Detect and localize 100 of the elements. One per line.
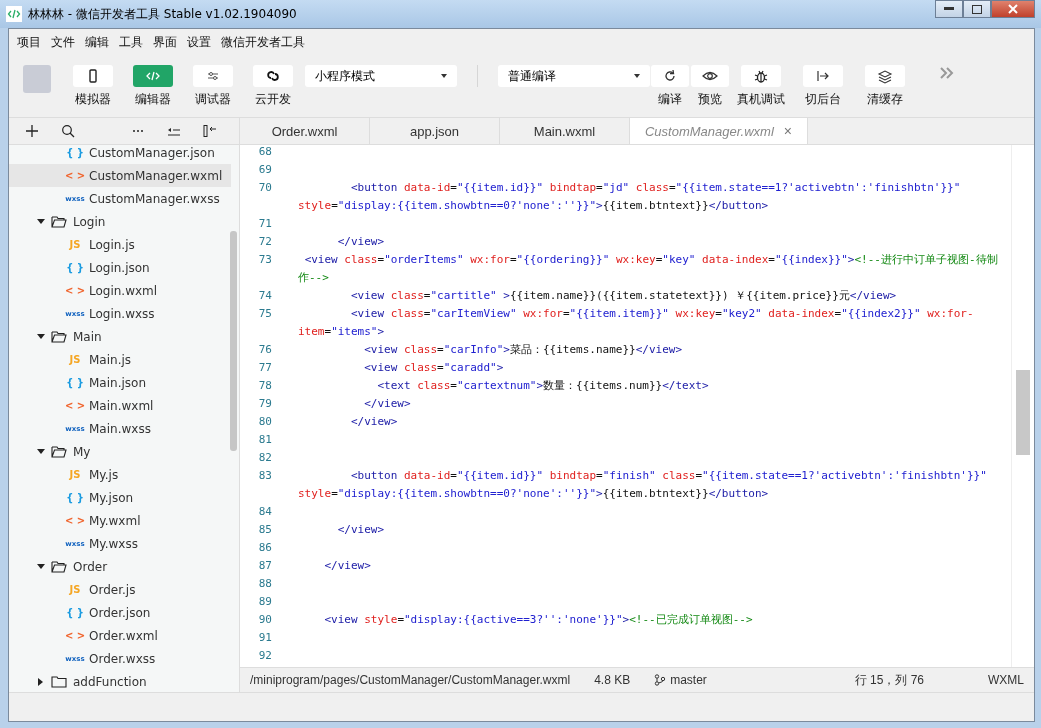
scrollbar[interactable]: [230, 231, 237, 451]
more-chevrons-icon[interactable]: [940, 67, 954, 79]
json-file-icon: { }: [65, 147, 85, 158]
scrollbar[interactable]: [1016, 370, 1030, 455]
branch-icon: [654, 674, 667, 686]
code-line: </view>: [350, 414, 399, 430]
compile-button[interactable]: [651, 65, 689, 87]
line-number: 86: [257, 540, 273, 556]
code-line: </view>: [363, 396, 412, 412]
maximize-icon: [972, 4, 982, 14]
file-item[interactable]: JS My.js: [9, 463, 239, 486]
line-number: 80: [257, 414, 273, 430]
folder-name: My: [73, 444, 91, 459]
editor-button[interactable]: [133, 65, 173, 87]
file-item[interactable]: < > Order.wxml: [9, 624, 239, 647]
button-label: 真机调试: [737, 91, 785, 108]
file-name: Main.wxml: [89, 398, 154, 413]
line-number: 74: [257, 288, 273, 304]
file-item[interactable]: { } CustomManager.json: [9, 145, 239, 164]
collapsed-triangle-icon: [37, 677, 45, 686]
button-label: 模拟器: [75, 91, 111, 108]
button-label: 切后台: [805, 91, 841, 108]
simulator-button[interactable]: [73, 65, 113, 87]
menu-item[interactable]: 微信开发者工具: [217, 31, 309, 53]
close-button[interactable]: [991, 0, 1035, 18]
search-icon: [61, 124, 75, 138]
folder-name: addFunction: [73, 674, 147, 689]
line-number: 84: [257, 504, 273, 520]
file-tab[interactable]: CustomManager.wxml ×: [630, 118, 808, 144]
js-file-icon: JS: [65, 469, 85, 480]
file-item[interactable]: JS Order.js: [9, 578, 239, 601]
js-file-icon: JS: [65, 584, 85, 595]
menu-item[interactable]: 设置: [183, 31, 215, 53]
line-number: 73: [257, 252, 273, 268]
button-label: 编译: [658, 91, 682, 108]
file-name: Main.json: [89, 375, 146, 390]
folder-name: Main: [73, 329, 102, 344]
folder-item[interactable]: Login: [9, 210, 239, 233]
debugger-button[interactable]: [193, 65, 233, 87]
button-label: 调试器: [195, 91, 231, 108]
preview-button[interactable]: [691, 65, 729, 87]
folder-item[interactable]: Order: [9, 555, 239, 578]
code-line: <view class="carInfo">菜品：{{items.name}}</view>: [363, 342, 684, 358]
file-name: Login.json: [89, 260, 150, 275]
mode-dropdown[interactable]: 小程序模式: [305, 65, 457, 87]
line-number: 70: [257, 180, 273, 196]
app-logo-icon: [6, 6, 22, 22]
line-number: 68: [257, 145, 273, 160]
close-tab-icon[interactable]: ×: [783, 123, 792, 139]
file-item[interactable]: JS Login.js: [9, 233, 239, 256]
line-number: 91: [257, 630, 273, 646]
line-number: 89: [257, 594, 273, 610]
code-line: <button data-id="{{item.id}}" bindtap="finish" class="{{item.state==1?'activebtn':'finishbtn'}}" style="display:{{item.showbtn==0?'none':''}}">{{item.btntext}}</button>: [298, 468, 988, 502]
line-number: 87: [257, 558, 273, 574]
language-mode[interactable]: WXML: [988, 673, 1024, 687]
expanded-triangle-icon: [37, 562, 45, 571]
code-line: <view style="display:{{active==3?'':'none'}}"><!--已完成订单视图-->: [323, 612, 754, 628]
file-name: Login.wxss: [89, 306, 155, 321]
button-label: 清缓存: [867, 91, 903, 108]
file-name: CustomManager.json: [89, 145, 215, 160]
code-line: <button data-id="{{item.id}}" bindtap="jd" class="{{item.state==1?'activebtn':'finishbtn'}}" style="display:{{item.showbtn==0?'none':''}}">{{item.btntext}}</button>: [298, 180, 962, 214]
folder-item[interactable]: My: [9, 440, 239, 463]
menu-item[interactable]: 界面: [149, 31, 181, 53]
folder-icon: [51, 330, 67, 343]
compile-mode-dropdown[interactable]: 普通编译: [498, 65, 650, 87]
file-name: My.wxss: [89, 536, 138, 551]
branch-name: master: [670, 673, 707, 687]
cloud-button[interactable]: [253, 65, 293, 87]
background-button[interactable]: [803, 65, 843, 87]
line-number: 75: [257, 306, 273, 322]
folder-item[interactable]: addFunction: [9, 670, 239, 692]
maximize-button[interactable]: [963, 0, 991, 18]
wxml-file-icon: < >: [65, 630, 85, 641]
cache-button[interactable]: [865, 65, 905, 87]
file-item[interactable]: { } Main.json: [9, 371, 239, 394]
line-number: 72: [257, 234, 273, 250]
minimize-button[interactable]: [935, 0, 963, 18]
file-name: Order.js: [89, 582, 136, 597]
code-line: </view>: [336, 234, 386, 250]
file-item[interactable]: < > My.wxml: [9, 509, 239, 532]
file-item[interactable]: < > CustomManager.wxml: [9, 164, 231, 187]
folder-name: Login: [73, 214, 106, 229]
folder-item[interactable]: Main: [9, 325, 239, 348]
file-item[interactable]: { } Login.json: [9, 256, 239, 279]
file-item[interactable]: < > Main.wxml: [9, 394, 239, 417]
menu-item[interactable]: 编辑: [81, 31, 113, 53]
menu-item[interactable]: 工具: [115, 31, 147, 53]
file-item[interactable]: { } Order.json: [9, 601, 239, 624]
code-line: <view class="caradd">: [363, 360, 505, 376]
folder-icon: [51, 560, 67, 573]
wxml-file-icon: < >: [65, 285, 85, 296]
device-button[interactable]: [741, 65, 781, 87]
minimize-icon: [944, 7, 954, 11]
menu-item[interactable]: 文件: [47, 31, 79, 53]
menu-item[interactable]: 项目: [13, 31, 45, 53]
file-item[interactable]: JS Main.js: [9, 348, 239, 371]
file-item[interactable]: < > Login.wxml: [9, 279, 239, 302]
js-file-icon: JS: [65, 239, 85, 250]
file-name: Main.wxss: [89, 421, 151, 436]
file-item[interactable]: { } My.json: [9, 486, 239, 509]
